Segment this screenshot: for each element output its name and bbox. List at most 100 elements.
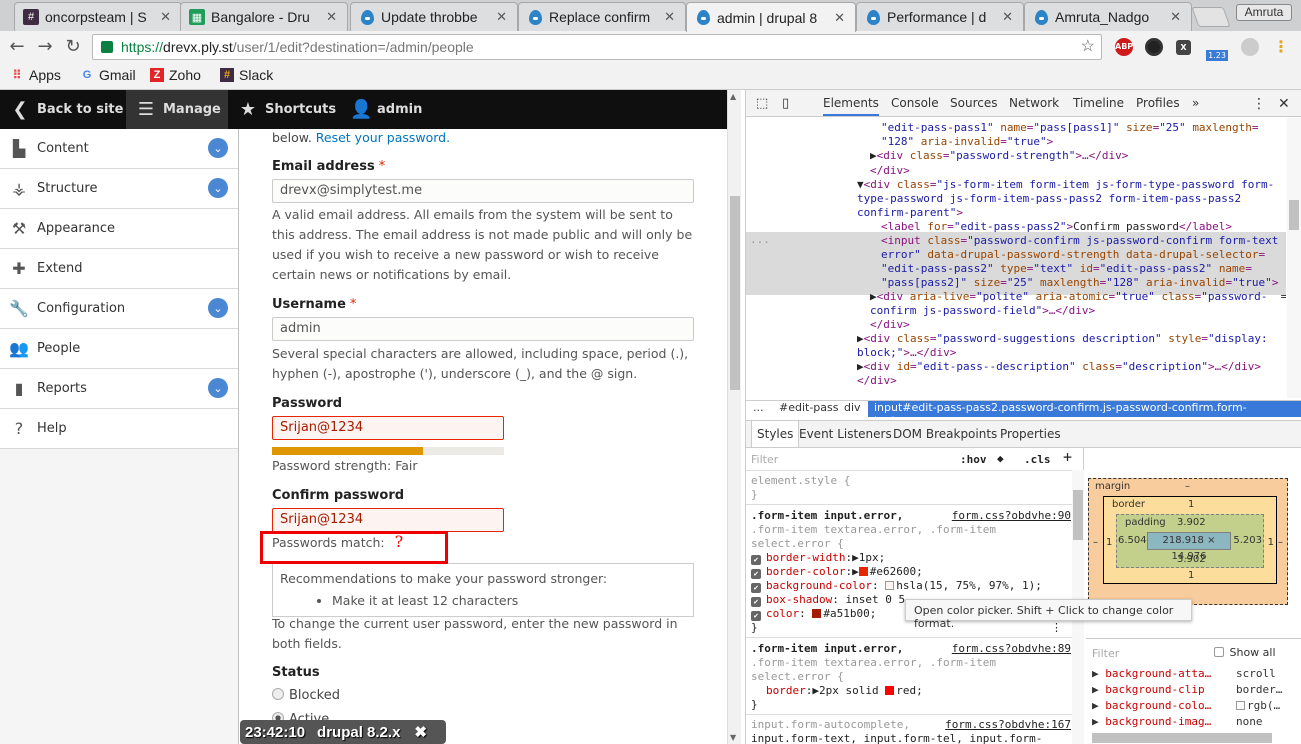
close-tab-icon[interactable]: ✕ <box>326 9 337 25</box>
color-format-icon[interactable]: ◆ <box>997 452 1004 466</box>
tab[interactable]: Amruta_Nadgo ✕ <box>1024 2 1192 31</box>
dom-line[interactable]: ▶<div class="password-strength">…</div> <box>870 148 1128 164</box>
element-style[interactable]: element.style { <box>751 474 850 488</box>
rule-source-link[interactable]: form.css?obdvhe:90 <box>952 509 1071 523</box>
sidebar-item-help[interactable]: ? Help <box>0 409 238 449</box>
breadcrumb-item[interactable]: #edit-pass <box>779 401 839 414</box>
computed-row[interactable]: ▶ background-atta… <box>1092 667 1211 680</box>
tab-network[interactable]: Network <box>1009 96 1059 110</box>
computed-row[interactable]: ▶ background-clip <box>1092 683 1205 696</box>
sidebar-item-appearance[interactable]: ⚒ Appearance <box>0 209 238 249</box>
breadcrumb-item[interactable]: ... <box>753 401 764 414</box>
chevron-down-icon[interactable]: ⌄ <box>208 178 228 198</box>
shortcuts-tab[interactable]: ★ Shortcuts <box>228 90 338 129</box>
tab[interactable]: ▦ Bangalore - Dru ✕ <box>180 2 348 31</box>
scrollbar-thumb[interactable] <box>1073 490 1083 540</box>
close-icon[interactable]: ✖ <box>414 723 427 741</box>
color-swatch[interactable] <box>885 581 895 590</box>
dom-line[interactable]: ▶<fieldset data-drupal-selector="edit-st… <box>846 387 1263 390</box>
sidebar-item-structure[interactable]: ⚶ Structure ⌄ <box>0 169 238 209</box>
tab-event-listeners[interactable]: Event Listeners <box>799 427 892 441</box>
drupal-ext-icon[interactable] <box>1241 38 1259 56</box>
back-arrow-icon[interactable]: ← <box>6 36 28 58</box>
sidebar-item-content[interactable]: ▙ Content ⌄ <box>0 129 238 169</box>
scroll-down-arrow-icon[interactable]: ▼ <box>730 733 736 742</box>
reload-icon[interactable]: ↻ <box>62 36 84 58</box>
computed-row[interactable]: ▶ background-colo… <box>1092 699 1211 712</box>
cls-toggle[interactable]: .cls <box>1024 453 1051 467</box>
sidebar-item-people[interactable]: 👥 People <box>0 329 238 369</box>
close-tab-icon[interactable]: ✕ <box>834 10 845 26</box>
speed-icon[interactable]: 1.23 <box>1206 50 1228 61</box>
sidebar-item-reports[interactable]: ▮ Reports ⌄ <box>0 369 238 409</box>
sidebar-item-configuration[interactable]: 🔧 Configuration ⌄ <box>0 289 238 329</box>
checkbox-checked[interactable]: ✔ <box>751 583 761 593</box>
tab-active[interactable]: admin | drupal 8 ✕ <box>686 2 856 32</box>
scrollbar-thumb[interactable] <box>730 196 740 390</box>
checkbox-checked[interactable]: ✔ <box>751 611 761 621</box>
email-field[interactable]: drevx@simplytest.me <box>272 179 694 203</box>
more-tabs-icon[interactable]: » <box>1192 96 1199 110</box>
close-devtools-icon[interactable]: ✕ <box>1278 96 1290 112</box>
css-property[interactable]: ✔ background-color: hsla(15, 75%, 97%, 1)… <box>751 579 1042 593</box>
checkbox-checked[interactable]: ✔ <box>751 597 761 607</box>
tab[interactable]: Performance | d ✕ <box>856 2 1024 31</box>
color-swatch[interactable] <box>885 686 895 695</box>
chevron-down-icon[interactable]: ⌄ <box>208 378 228 398</box>
tab-styles[interactable]: Styles <box>751 421 800 447</box>
chevron-down-icon[interactable]: ⌄ <box>208 298 228 318</box>
bookmark-apps[interactable]: ⠿ Apps <box>10 67 61 83</box>
tab-elements[interactable]: Elements <box>823 96 879 116</box>
radio-button[interactable] <box>272 688 284 700</box>
tab-profiles[interactable]: Profiles <box>1136 96 1180 110</box>
back-to-site-link[interactable]: ❮ Back to site <box>0 90 126 129</box>
close-tab-icon[interactable]: ✕ <box>1170 9 1181 25</box>
devtools-menu-icon[interactable]: ⋮ <box>1252 96 1266 112</box>
rule-menu-icon[interactable]: ⋮ <box>1051 621 1062 635</box>
breadcrumb-current[interactable]: input#edit-pass-pass2.password-confirm.j… <box>868 401 1301 427</box>
tab-properties[interactable]: Properties <box>1000 427 1061 441</box>
new-tab-button[interactable] <box>1191 7 1231 27</box>
address-bar[interactable]: https://drevx.ply.st/user/1/edit?destina… <box>92 34 1102 60</box>
hov-toggle[interactable]: :hov <box>960 453 987 467</box>
checkbox-checked[interactable]: ✔ <box>751 555 761 565</box>
manage-tab[interactable]: ☰ Manage <box>126 90 228 129</box>
show-all-checkbox[interactable]: Show all <box>1214 646 1276 659</box>
reset-password-link[interactable]: Reset your password. <box>316 130 450 145</box>
tab-dom-breakpoints[interactable]: DOM Breakpoints <box>893 427 997 441</box>
profile-button[interactable]: Amruta <box>1236 4 1292 21</box>
css-property[interactable]: ✔ box-shadow: inset 0 5 <box>751 593 905 607</box>
password-field[interactable]: Srijan@1234 <box>272 416 504 440</box>
computed-row[interactable]: ▶ background-imag… <box>1092 715 1211 728</box>
tab-console[interactable]: Console <box>891 96 939 110</box>
css-property[interactable]: border:▶2px solid red; <box>766 684 923 698</box>
tab[interactable]: Update throbbe ✕ <box>350 2 518 31</box>
chevron-down-icon[interactable]: ⌄ <box>208 138 228 158</box>
rule-selector[interactable]: .form-item input.error, <box>751 642 903 656</box>
username-field[interactable]: admin <box>272 317 694 341</box>
tab[interactable]: # oncorpsteam | S ✕ <box>14 2 182 31</box>
user-tab[interactable]: 👤 admin <box>340 90 440 129</box>
rule-source-link[interactable]: form.css?obdvhe:167 <box>945 718 1071 732</box>
scroll-up-arrow-icon[interactable]: ▲ <box>730 92 736 101</box>
computed-filter-input[interactable]: Filter <box>1092 647 1119 660</box>
rule-source-link[interactable]: form.css?obdvhe:89 <box>952 642 1071 656</box>
rule-selector[interactable]: input.form-autocomplete, <box>751 718 910 732</box>
color-swatch[interactable] <box>812 609 822 618</box>
status-blocked-radio[interactable]: Blocked <box>272 688 340 703</box>
sidebar-item-extend[interactable]: ✚ Extend <box>0 249 238 289</box>
horizontal-scrollbar[interactable] <box>1092 733 1272 743</box>
breadcrumb-item[interactable]: div <box>844 401 861 414</box>
close-tab-icon[interactable]: ✕ <box>1002 9 1013 25</box>
color-picker-icon[interactable] <box>1145 38 1163 56</box>
tab-timeline[interactable]: Timeline <box>1073 96 1124 110</box>
css-property[interactable]: ✔ border-color:▶ #e62600; <box>751 565 923 579</box>
close-tab-icon[interactable]: ✕ <box>664 9 675 25</box>
menu-kebab-icon[interactable]: ⋮ <box>1272 38 1290 56</box>
css-property[interactable]: ✔ color: #a51b00; <box>751 607 876 621</box>
checkbox-checked[interactable]: ✔ <box>751 569 761 579</box>
dom-line[interactable]: ▶<div id="edit-pass--description" class=… <box>857 359 1261 375</box>
bookmark-zoho[interactable]: Z Zoho <box>150 67 201 83</box>
bookmark-slack[interactable]: # Slack <box>220 67 273 83</box>
scrollbar-thumb[interactable] <box>1289 200 1299 230</box>
